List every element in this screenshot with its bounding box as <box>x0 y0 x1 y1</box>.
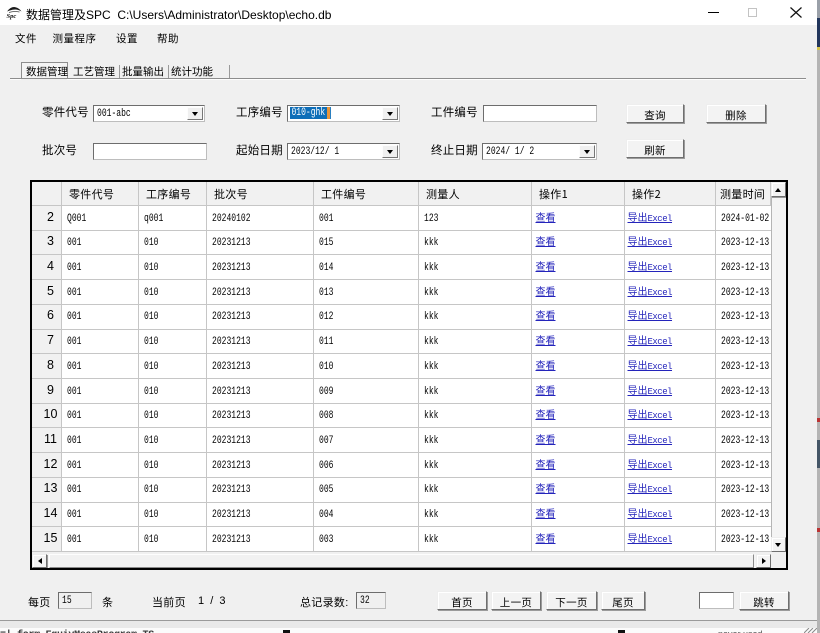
svg-text:Spc: Spc <box>7 13 17 20</box>
